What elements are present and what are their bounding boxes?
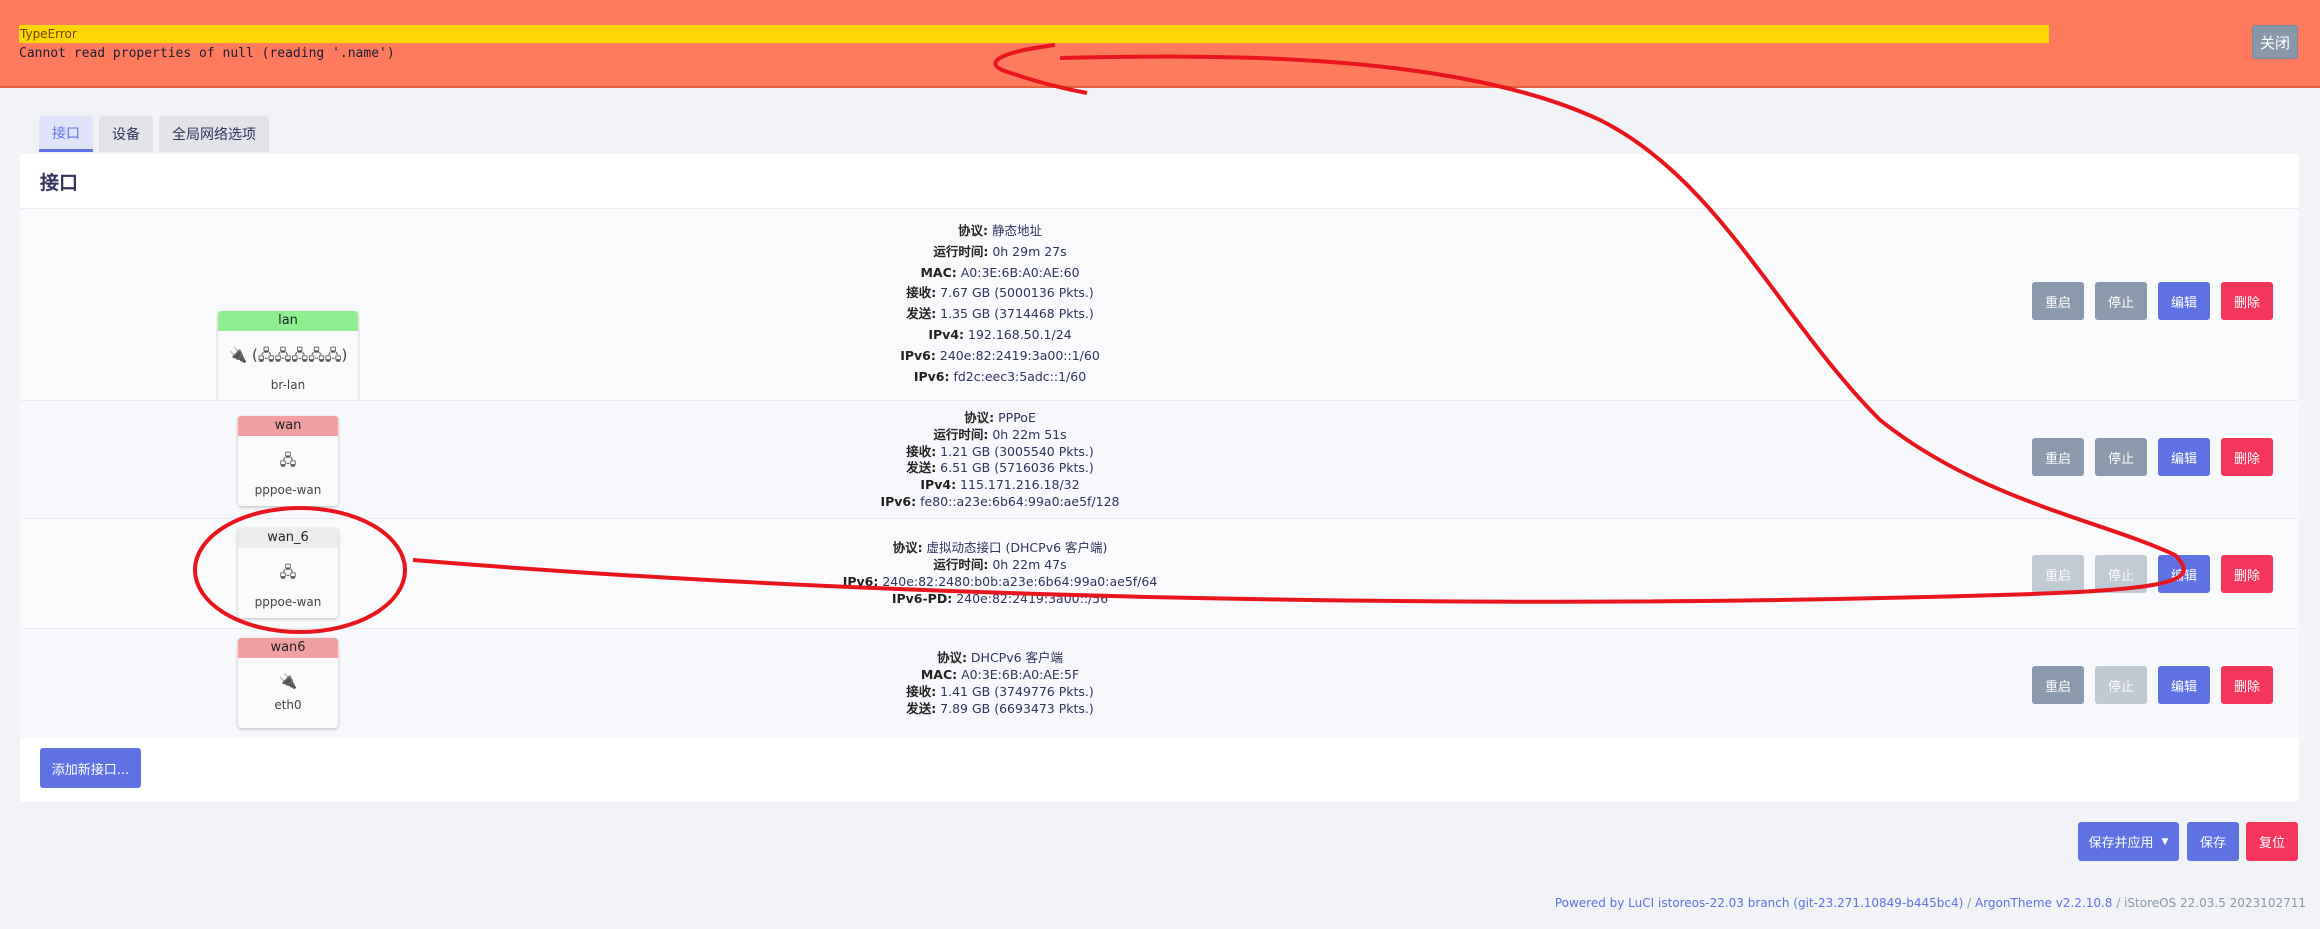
interface-badge-wan[interactable]: wan 🖧 pppoe-wan — [238, 416, 338, 506]
save-and-apply-button[interactable]: 保存并应用 ▼ — [2078, 822, 2179, 861]
interface-info: 协议: 虚拟动态接口 (DHCPv6 客户端) 运行时间: 0h 22m 47s… — [600, 539, 1400, 607]
info-line: IPv4: 192.168.50.1/24 — [928, 326, 1072, 342]
interface-device: pppoe-wan — [254, 483, 322, 497]
tab-interfaces[interactable]: 接口 — [39, 116, 93, 152]
info-line: 接收: 1.21 GB (3005540 Pkts.) — [906, 443, 1094, 459]
info-line: 运行时间: 0h 29m 27s — [933, 243, 1067, 259]
interface-name: lan — [218, 311, 358, 331]
info-line: 发送: 1.35 GB (3714468 Pkts.) — [906, 306, 1094, 322]
info-line: 接收: 7.67 GB (5000136 Pkts.) — [906, 285, 1094, 301]
info-line: 运行时间: 0h 22m 47s — [933, 557, 1067, 572]
row-actions: 重启 停止 编辑 删除 — [2032, 555, 2273, 593]
footer: Powered by LuCI istoreos-22.03 branch (g… — [1555, 896, 2306, 910]
add-interface-button[interactable]: 添加新接口... — [40, 748, 141, 788]
interface-name: wan_6 — [238, 528, 338, 548]
network-port-icon: 🖧 — [279, 563, 297, 581]
info-line: 发送: 7.89 GB (6693473 Pkts.) — [906, 701, 1094, 716]
interface-badge-lan[interactable]: lan 🔌 (🖧🖧🖧🖧🖧) br-lan — [218, 311, 358, 403]
delete-button[interactable]: 删除 — [2221, 282, 2273, 320]
save-and-apply-label: 保存并应用 — [2088, 836, 2154, 851]
info-line: IPv4: 115.171.216.18/32 — [920, 477, 1080, 493]
info-line: MAC: A0:3E:6B:A0:AE:5F — [920, 667, 1080, 682]
interface-device: br-lan — [270, 378, 306, 392]
info-line: 协议: 虚拟动态接口 (DHCPv6 客户端) — [892, 540, 1108, 555]
interfaces-card: 接口 lan 🔌 (🖧🖧🖧🖧🖧) br-lan 协议: 静态地址 运行时间: 0… — [20, 154, 2299, 802]
delete-button[interactable]: 删除 — [2221, 555, 2273, 593]
interface-device: eth0 — [274, 698, 302, 712]
info-line: 运行时间: 0h 22m 51s — [933, 426, 1067, 442]
error-message: Cannot read properties of null (reading … — [19, 46, 395, 61]
info-line: IPv6-PD: 240e:82:2419:3a00::/56 — [891, 591, 1109, 606]
close-error-button[interactable]: 关闭 — [2252, 25, 2298, 59]
interface-row-wan-6: wan_6 🖧 pppoe-wan 协议: 虚拟动态接口 (DHCPv6 客户端… — [20, 518, 2299, 628]
edit-button[interactable]: 编辑 — [2158, 282, 2210, 320]
info-line: 协议: 静态地址 — [958, 223, 1042, 238]
network-port-icon: 🔌 (🖧🖧🖧🖧🖧) — [228, 346, 348, 364]
info-line: IPv6: fd2c:eec3:5adc::1/60 — [913, 368, 1087, 384]
interface-name: wan — [238, 416, 338, 436]
interface-name: wan6 — [238, 638, 338, 658]
interface-row-lan: lan 🔌 (🖧🖧🖧🖧🖧) br-lan 协议: 静态地址 运行时间: 0h 2… — [20, 208, 2299, 403]
error-banner: TypeError Cannot read properties of null… — [0, 0, 2320, 88]
delete-button[interactable]: 删除 — [2221, 438, 2273, 476]
info-line: 发送: 6.51 GB (5716036 Pkts.) — [906, 460, 1094, 476]
delete-button[interactable]: 删除 — [2221, 666, 2273, 704]
section-title: 接口 — [40, 172, 79, 194]
luci-link[interactable]: Powered by LuCI istoreos-22.03 branch (g… — [1555, 896, 1964, 910]
save-button[interactable]: 保存 — [2187, 822, 2239, 861]
error-type: TypeError — [19, 25, 2049, 43]
interface-badge-wan6[interactable]: wan6 🔌 eth0 — [238, 638, 338, 728]
interface-info: 协议: PPPoE 运行时间: 0h 22m 51s 接收: 1.21 GB (… — [600, 410, 1400, 511]
interface-row-wan6: wan6 🔌 eth0 协议: DHCPv6 客户端 MAC: A0:3E:6B… — [20, 628, 2299, 738]
theme-link[interactable]: ArgonTheme v2.2.10.8 — [1975, 896, 2112, 910]
ethernet-port-icon: 🔌 — [278, 672, 298, 690]
footer-separator: / — [2112, 896, 2125, 910]
reset-button[interactable]: 复位 — [2246, 822, 2298, 861]
tab-bar: 接口 设备 全局网络选项 — [39, 116, 269, 152]
info-line: 接收: 1.41 GB (3749776 Pkts.) — [906, 684, 1094, 699]
restart-button: 重启 — [2032, 555, 2084, 593]
info-line: 协议: PPPoE — [964, 410, 1036, 425]
stop-button: 停止 — [2095, 555, 2147, 593]
stop-button[interactable]: 停止 — [2095, 282, 2147, 320]
interface-device: pppoe-wan — [254, 595, 322, 609]
tab-global-network-options[interactable]: 全局网络选项 — [159, 116, 269, 152]
row-actions: 重启 停止 编辑 删除 — [2032, 666, 2273, 704]
dropdown-arrow-icon[interactable]: ▼ — [2162, 837, 2169, 847]
tab-devices[interactable]: 设备 — [99, 116, 153, 152]
row-actions: 重启 停止 编辑 删除 — [2032, 282, 2273, 320]
network-port-icon: 🖧 — [279, 451, 297, 469]
restart-button[interactable]: 重启 — [2032, 282, 2084, 320]
stop-button: 停止 — [2095, 666, 2147, 704]
info-line: IPv6: 240e:82:2419:3a00::1/60 — [900, 347, 1100, 363]
interface-info: 协议: 静态地址 运行时间: 0h 29m 27s MAC: A0:3E:6B:… — [600, 221, 1400, 387]
info-line: 协议: DHCPv6 客户端 — [936, 650, 1064, 665]
restart-button[interactable]: 重启 — [2032, 438, 2084, 476]
edit-button[interactable]: 编辑 — [2158, 555, 2210, 593]
info-line: IPv6: fe80::a23e:6b64:99a0:ae5f/128 — [880, 493, 1120, 509]
os-version: iStoreOS 22.03.5 2023102711 — [2124, 896, 2306, 910]
info-line: MAC: A0:3E:6B:A0:AE:60 — [920, 264, 1080, 280]
row-actions: 重启 停止 编辑 删除 — [2032, 438, 2273, 476]
info-line: IPv6: 240e:82:2480:b0b:a23e:6b64:99a0:ae… — [842, 574, 1158, 589]
restart-button[interactable]: 重启 — [2032, 666, 2084, 704]
interface-badge-wan-6[interactable]: wan_6 🖧 pppoe-wan — [238, 528, 338, 618]
interface-row-wan: wan 🖧 pppoe-wan 协议: PPPoE 运行时间: 0h 22m 5… — [20, 400, 2299, 518]
footer-separator: / — [1963, 896, 1975, 910]
stop-button[interactable]: 停止 — [2095, 438, 2147, 476]
edit-button[interactable]: 编辑 — [2158, 438, 2210, 476]
interface-info: 协议: DHCPv6 客户端 MAC: A0:3E:6B:A0:AE:5F 接收… — [600, 649, 1400, 717]
edit-button[interactable]: 编辑 — [2158, 666, 2210, 704]
